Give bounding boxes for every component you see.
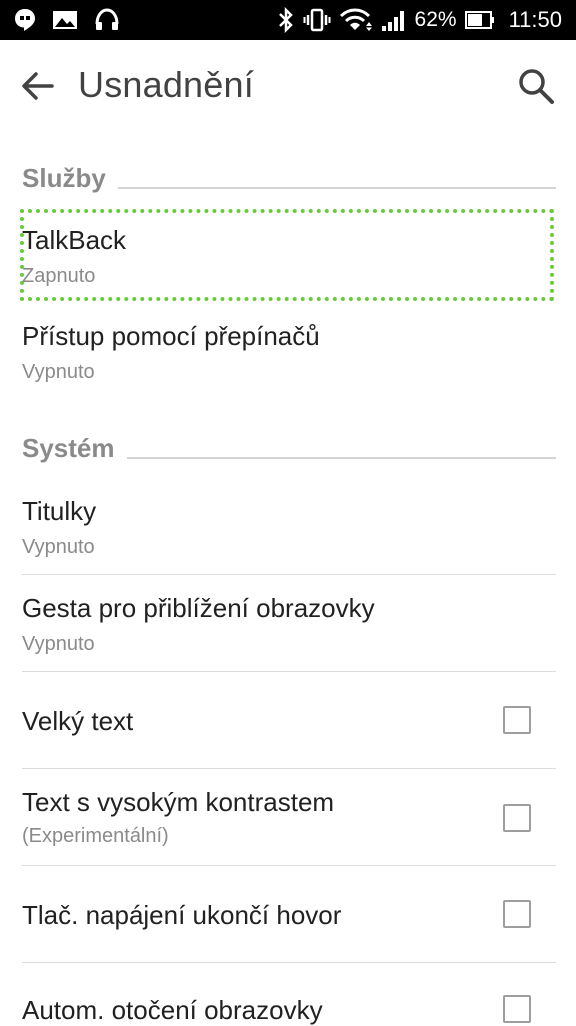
setting-title: Velký text [22,706,134,736]
battery-percent: 62% [414,8,457,31]
setting-auto-rotate[interactable]: Autom. otočení obrazovky [0,963,576,1025]
headset-icon [94,8,120,32]
setting-title: Titulky [22,496,97,526]
high-contrast-checkbox[interactable] [503,804,531,832]
setting-switch-access[interactable]: Přístup pomocí přepínačů Vypnuto [0,305,576,401]
setting-summary: (Experimentální) [22,825,169,847]
bluetooth-icon [277,7,295,33]
setting-high-contrast-text[interactable]: Text s vysokým kontrastem (Experimentáln… [0,769,576,865]
section-divider [117,187,556,189]
image-icon [52,9,78,31]
setting-large-text[interactable]: Velký text [0,672,576,768]
wifi-icon [339,8,373,32]
large-text-checkbox[interactable] [503,706,531,734]
section-title: Služby [22,163,106,193]
clock: 11:50 [508,7,562,32]
vibrate-icon [303,8,331,32]
setting-title: Tlač. napájení ukončí hovor [22,900,342,930]
auto-rotate-checkbox[interactable] [503,995,531,1023]
section-title: Systém [22,433,115,463]
back-button[interactable] [20,68,56,104]
hangouts-icon [14,8,36,32]
search-button[interactable] [516,66,556,106]
accessibility-focus-outline [20,209,554,301]
power-ends-call-checkbox[interactable] [503,900,531,928]
setting-power-button-ends-call[interactable]: Tlač. napájení ukončí hovor [0,866,576,962]
setting-magnification-gestures[interactable]: Gesta pro přiblížení obrazovky Vypnuto [0,575,576,671]
setting-title: Text s vysokým kontrastem [22,787,335,817]
section-header-system: Systém [22,433,556,464]
setting-status: Vypnuto [22,361,95,383]
setting-title: Autom. otočení obrazovky [22,995,323,1025]
app-bar: Usnadnění [0,40,576,132]
setting-status: Vypnuto [22,633,95,655]
setting-captions[interactable]: Titulky Vypnuto [0,478,576,574]
section-divider [126,457,556,459]
search-icon [516,66,556,106]
signal-icon [381,8,407,32]
status-bar: 62% 11:50 [0,0,576,40]
setting-status: Vypnuto [22,536,95,558]
setting-title: Přístup pomocí přepínačů [22,321,320,351]
page-title: Usnadnění [78,64,254,105]
section-header-services: Služby [22,163,556,194]
battery-icon [464,9,495,31]
setting-title: Gesta pro přiblížení obrazovky [22,593,375,623]
arrow-left-icon [21,71,55,101]
